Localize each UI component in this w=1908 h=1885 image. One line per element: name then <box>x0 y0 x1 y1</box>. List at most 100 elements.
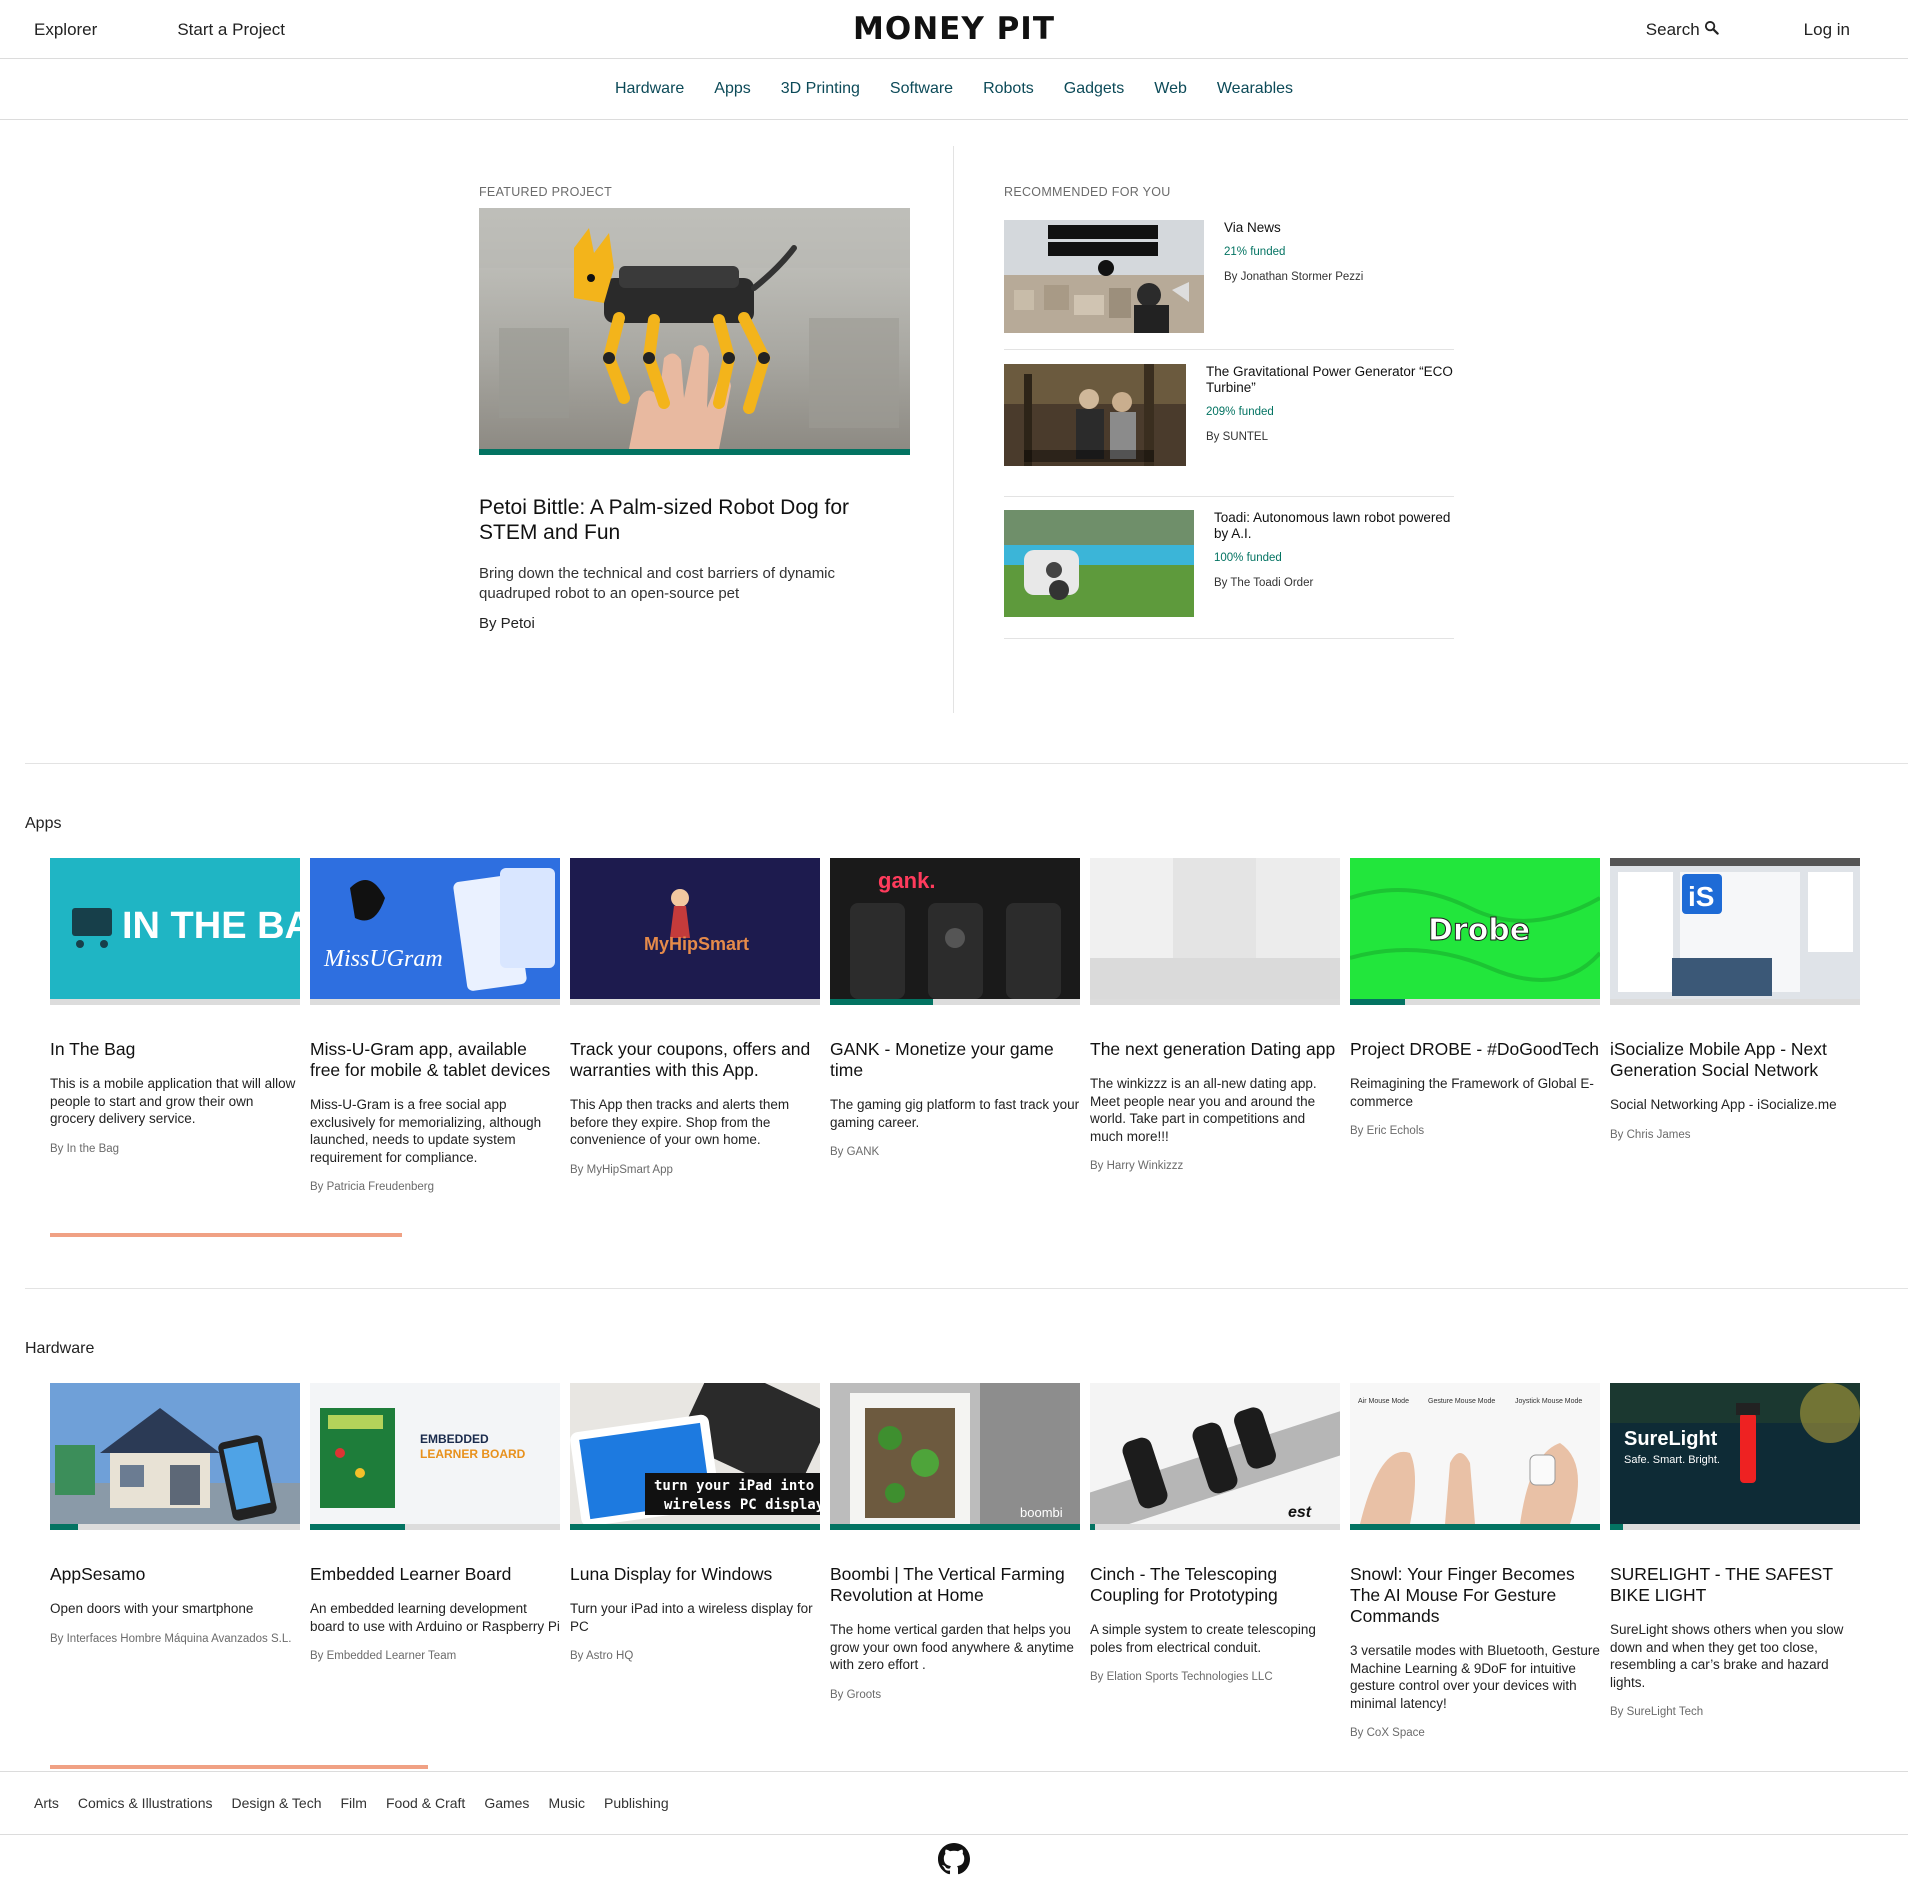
recommended-funded: 21% funded <box>1224 246 1286 258</box>
project-card[interactable]: turn your iPad into a wireless PC display… <box>570 1383 820 1740</box>
project-card[interactable]: gank. GANK - Monetize your game time The g… <box>830 858 1080 1194</box>
svg-text:IN THE BAG: IN THE BAG <box>122 905 300 947</box>
project-card-creator: By Harry Winkizzz <box>1090 1160 1184 1172</box>
funding-progress-bar <box>830 1524 1080 1530</box>
project-card-creator: By Groots <box>830 1688 882 1701</box>
project-card[interactable]: boombi Boombi | The Vertical Farming Revo… <box>830 1383 1080 1740</box>
recommended-item[interactable]: Toadi: Autonomous lawn robot powered by … <box>1004 497 1454 639</box>
row-title-hardware: Hardware <box>25 1340 95 1357</box>
footer-link-film[interactable]: Film <box>341 1795 367 1811</box>
recommended-creator: By Jonathan Stormer Pezzi <box>1224 271 1364 283</box>
project-card-image: EMBEDDED LEARNER BOARD <box>310 1383 560 1524</box>
github-icon[interactable] <box>938 1843 970 1875</box>
project-card[interactable]: Drobe Project DROBE - #DoGoodTech Reimagin… <box>1350 858 1600 1194</box>
footer-link-design-tech[interactable]: Design & Tech <box>231 1795 321 1811</box>
category-software[interactable]: Software <box>890 80 953 98</box>
funding-progress-fill <box>50 1524 78 1530</box>
featured-title[interactable]: Petoi Bittle: A Palm-sized Robot Dog for… <box>479 495 910 545</box>
funding-progress-bar <box>310 1524 560 1530</box>
project-card-description: Turn your iPad into a wireless display f… <box>570 1601 813 1634</box>
category-robots[interactable]: Robots <box>983 80 1034 98</box>
vertical-divider <box>953 146 954 713</box>
footer-link-games[interactable]: Games <box>484 1795 529 1811</box>
svg-text:SureLight: SureLight <box>1624 1428 1718 1450</box>
featured-creator[interactable]: By Petoi <box>479 615 535 632</box>
category-web[interactable]: Web <box>1154 80 1187 98</box>
recommended-funded: 100% funded <box>1214 552 1282 564</box>
recommended-text: Toadi: Autonomous lawn robot powered by … <box>1194 510 1454 638</box>
recommended-image <box>1004 364 1186 466</box>
footer-divider <box>0 1834 1908 1835</box>
project-card-title: Cinch - The Telescoping Coupling for Pro… <box>1090 1564 1278 1605</box>
search-icon <box>1704 20 1719 40</box>
svg-text:EMBEDDED: EMBEDDED <box>420 1432 489 1446</box>
footer-link-publishing[interactable]: Publishing <box>604 1795 669 1811</box>
header-right-nav: Search Log in <box>1646 20 1850 40</box>
project-card[interactable]: Air Mouse Mode Gesture Mouse Mode Joystick… <box>1350 1383 1600 1740</box>
project-card-title: In The Bag <box>50 1039 136 1059</box>
project-card-description: The gaming gig platform to fast track yo… <box>830 1097 1080 1130</box>
recommended-image <box>1004 510 1194 617</box>
project-card-image: Air Mouse Mode Gesture Mouse Mode Joystick… <box>1350 1383 1600 1524</box>
category-apps[interactable]: Apps <box>714 80 750 98</box>
recommended-title: Toadi: Autonomous lawn robot powered by … <box>1214 510 1451 541</box>
project-card[interactable]: MyHipSmart Track your coupons, offers and… <box>570 858 820 1194</box>
project-card-image: turn your iPad into a wireless PC display <box>570 1383 820 1524</box>
funding-progress-fill <box>1090 1524 1095 1530</box>
hardware-row-scrollbar[interactable] <box>50 1765 428 1769</box>
project-card-image: MissUGram <box>310 858 560 999</box>
explorer-link[interactable]: Explorer <box>34 20 97 40</box>
project-card-creator: By Chris James <box>1610 1128 1691 1141</box>
svg-text:est: est <box>1288 1504 1312 1521</box>
project-card-description: 3 versatile modes with Bluetooth, Gestur… <box>1350 1643 1600 1711</box>
recommended-label: RECOMMENDED FOR YOU <box>1004 185 1171 199</box>
project-card-title: Track your coupons, offers and warrantie… <box>570 1039 811 1080</box>
project-card-title: Embedded Learner Board <box>310 1564 512 1584</box>
funding-progress-bar <box>1610 1524 1860 1530</box>
section-divider <box>25 763 1908 764</box>
project-card-description: The winkizzz is an all-new dating app. M… <box>1090 1076 1317 1144</box>
footer-link-food-craft[interactable]: Food & Craft <box>386 1795 465 1811</box>
recommended-item[interactable]: The Gravitational Power Generator “ECO T… <box>1004 364 1454 497</box>
project-card-creator: By Astro HQ <box>570 1650 634 1662</box>
project-card-title: GANK - Monetize your game time <box>830 1039 1054 1080</box>
project-card[interactable]: SureLight Safe. Smart. Bright. SURELIGHT -… <box>1610 1383 1860 1740</box>
category-hardware[interactable]: Hardware <box>615 80 684 98</box>
funding-progress-bar <box>310 999 560 1005</box>
svg-text:MissUGram: MissUGram <box>323 946 443 972</box>
start-project-link[interactable]: Start a Project <box>177 20 285 40</box>
project-card[interactable]: EMBEDDED LEARNER BOARD Embedded Learner Bo… <box>310 1383 560 1740</box>
project-card-image <box>50 1383 300 1524</box>
login-link[interactable]: Log in <box>1804 20 1850 40</box>
project-card[interactable]: iS iSocialize Mobile App - Next Generatio… <box>1610 858 1860 1194</box>
featured-image[interactable] <box>479 208 910 449</box>
project-card-title: Project DROBE - #DoGoodTech <box>1350 1039 1599 1059</box>
project-card[interactable]: est Cinch - The Telescoping Coupling for … <box>1090 1383 1340 1740</box>
search-button[interactable]: Search <box>1646 20 1719 40</box>
project-card[interactable]: IN THE BAG In The Bag This is a mobile app… <box>50 858 300 1194</box>
project-card-image: SureLight Safe. Smart. Bright. <box>1610 1383 1860 1524</box>
apps-row-scrollbar[interactable] <box>50 1233 402 1237</box>
footer-category-links: Arts Comics & Illustrations Design & Tec… <box>34 1795 669 1811</box>
project-card-description: A simple system to create telescoping po… <box>1090 1622 1316 1655</box>
project-card[interactable]: MissUGram Miss-U-Gram app, available free… <box>310 858 560 1194</box>
svg-text:Joystick Mouse Mode: Joystick Mouse Mode <box>1515 1398 1582 1405</box>
row-title-apps: Apps <box>25 815 62 832</box>
funding-progress-bar <box>50 1524 300 1530</box>
project-card-title: Boombi | The Vertical Farming Revolution… <box>830 1564 1065 1605</box>
footer-link-music[interactable]: Music <box>548 1795 585 1811</box>
category-wearables[interactable]: Wearables <box>1217 80 1293 98</box>
project-card-creator: By Patricia Freudenberg <box>310 1181 435 1193</box>
project-card-creator: By MyHipSmart App <box>570 1163 673 1176</box>
footer-link-arts[interactable]: Arts <box>34 1795 59 1811</box>
recommended-item[interactable]: Via News 21% funded By Jonathan Stormer … <box>1004 220 1454 350</box>
footer-link-comics[interactable]: Comics & Illustrations <box>78 1795 213 1811</box>
category-3d-printing[interactable]: 3D Printing <box>781 80 860 98</box>
category-gadgets[interactable]: Gadgets <box>1064 80 1124 98</box>
site-logo[interactable]: MONEY PIT <box>853 11 1055 47</box>
project-card[interactable]: AppSesamo Open doors with your smartphone… <box>50 1383 300 1740</box>
project-card-description: Reimagining the Framework of Global E-co… <box>1350 1076 1594 1109</box>
project-card[interactable]: The next generation Dating app The winkiz… <box>1090 858 1340 1194</box>
funding-progress-fill <box>830 999 933 1005</box>
project-card-image: IN THE BAG <box>50 858 300 999</box>
